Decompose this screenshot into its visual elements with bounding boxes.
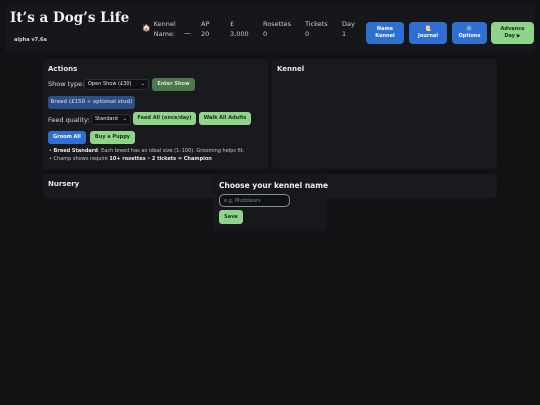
save-button[interactable]: Save xyxy=(219,210,243,224)
tickets-value: 0 xyxy=(305,30,310,38)
name-kennel-button-label-2: Kennel xyxy=(375,33,395,39)
money-stat: £ 3,000 xyxy=(230,19,249,39)
buy-puppy-button[interactable]: Buy a Puppy xyxy=(90,131,135,144)
kennel-title: Kennel xyxy=(277,65,305,73)
advance-day-button-label: Advance xyxy=(500,26,525,32)
house-icon: 🏠 xyxy=(142,24,151,32)
feed-quality-select[interactable]: Standard ⌄ xyxy=(91,114,131,125)
tickets-stat: Tickets 0 xyxy=(305,19,328,39)
breed-standard-term: Breed Standard xyxy=(53,148,98,154)
scroll-icon: 📜 xyxy=(424,26,432,32)
chevron-down-icon: ⌄ xyxy=(140,81,145,87)
kennel-panel: Kennel xyxy=(272,59,497,169)
tickets-label: Tickets xyxy=(305,20,328,28)
kennel-name-modal: Choose your kennel name Save xyxy=(213,175,329,231)
enter-show-button[interactable]: Enter Show xyxy=(152,78,195,91)
champ-show-note: • Champ shows require 10+ rosettes • 2 t… xyxy=(49,156,212,162)
top-bar: It’s a Dog’s Life alpha v7.6a 🏠 Kennel N… xyxy=(5,5,535,53)
gear-icon: ⚙️ xyxy=(466,26,473,32)
day-value: 1 xyxy=(342,30,347,38)
feed-quality-label: Feed quality: xyxy=(48,116,90,124)
champ-rosettes-requirement: 10+ rosettes xyxy=(109,156,146,162)
feed-quality-select-value: Standard xyxy=(95,116,118,122)
advance-day-button-label-2: Day ▶ xyxy=(504,33,521,39)
show-type-select-value: Open Show (£30) xyxy=(88,81,132,87)
kennel-name-value: — xyxy=(184,29,191,37)
walk-all-adults-button[interactable]: Walk All Adults xyxy=(199,112,251,125)
breed-standard-text: : Each breed has an ideal size (1–100). … xyxy=(97,148,245,154)
chevron-down-icon: ⌄ xyxy=(122,116,127,122)
rosettes-stat: Rosettes 0 xyxy=(263,19,291,39)
name-kennel-button[interactable]: Name Kennel xyxy=(366,22,404,44)
journal-button[interactable]: 📜 Journal xyxy=(409,22,447,44)
actions-panel: Actions Show type: Open Show (£30) ⌄ Ent… xyxy=(43,59,268,169)
nursery-title: Nursery xyxy=(48,180,80,188)
day-label: Day xyxy=(342,20,355,28)
options-button[interactable]: ⚙️ Options xyxy=(452,22,487,44)
show-type-label: Show type: xyxy=(48,80,85,88)
options-button-label: Options xyxy=(458,33,481,39)
feed-all-button[interactable]: Feed All (once/day) xyxy=(133,112,196,125)
name-kennel-button-label: Name xyxy=(376,26,394,32)
modal-title: Choose your kennel name xyxy=(219,181,329,190)
kennel-name-stat: 🏠 Kennel Name: xyxy=(142,19,176,39)
kennel-name-label: Kennel xyxy=(153,20,176,28)
day-stat: Day 1 xyxy=(342,19,355,39)
app-title: It’s a Dog’s Life xyxy=(10,10,130,26)
ap-label: AP xyxy=(201,20,210,28)
advance-day-button[interactable]: Advance Day ▶ xyxy=(491,22,534,44)
money-value: 3,000 xyxy=(230,30,249,38)
actions-title: Actions xyxy=(48,65,78,73)
champ-tickets-requirement: 2 tickets = Champion xyxy=(151,156,212,162)
ap-value: 20 xyxy=(201,30,210,38)
breed-standard-note: • Breed Standard: Each breed has an idea… xyxy=(49,148,244,154)
groom-all-button[interactable]: Groom All xyxy=(48,131,86,144)
kennel-name-label-2: Name: xyxy=(153,30,176,38)
ap-stat: AP 20 xyxy=(201,19,209,39)
kennel-name-input[interactable] xyxy=(219,194,290,207)
rosettes-value: 0 xyxy=(263,30,268,38)
rosettes-label: Rosettes xyxy=(263,20,292,28)
money-label: £ xyxy=(230,20,235,28)
version-label: alpha v7.6a xyxy=(14,37,47,43)
show-type-select[interactable]: Open Show (£30) ⌄ xyxy=(84,79,149,90)
champ-note-prefix: • Champ shows require xyxy=(49,156,110,162)
breed-button[interactable]: Breed (£150 + optional stud) xyxy=(48,96,135,109)
journal-button-label: Journal xyxy=(418,33,438,39)
